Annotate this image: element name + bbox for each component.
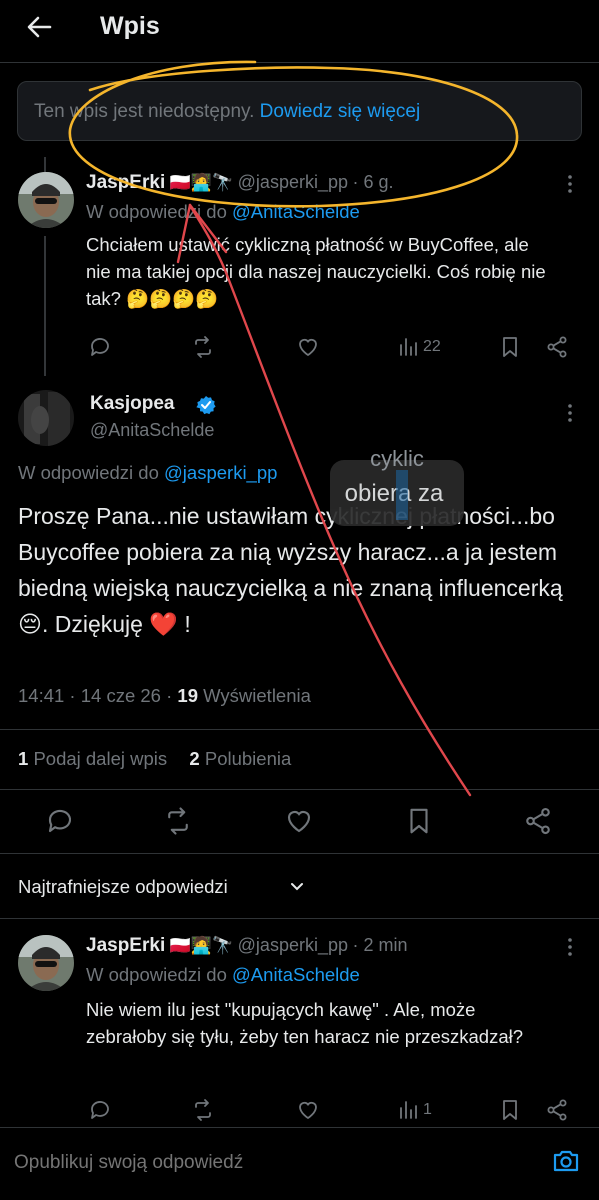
post-text: Proszę Pana...nie ustawiłam cyklicznej p… xyxy=(18,503,563,637)
reply-icon[interactable] xyxy=(88,1098,112,1122)
views-icon[interactable] xyxy=(397,335,421,359)
post-header: Kasjopea xyxy=(90,393,216,415)
author-handle[interactable]: @jasperki_pp xyxy=(238,172,348,192)
verified-badge-icon xyxy=(196,395,216,415)
repost-icon[interactable] xyxy=(163,806,193,836)
reply-context: W odpowiedzi do @AnitaSchelde xyxy=(86,964,360,986)
share-icon[interactable] xyxy=(545,1098,569,1122)
reply-to-link[interactable]: @jasperki_pp xyxy=(164,462,277,483)
likes-count[interactable]: 2 xyxy=(189,748,199,769)
divider xyxy=(0,729,599,730)
sort-dropdown[interactable]: Najtrafniejsze odpowiedzi xyxy=(18,876,303,898)
reposts-label[interactable]: Podaj dalej wpis xyxy=(33,748,167,769)
learn-more-link[interactable]: Dowiedz się więcej xyxy=(260,101,421,122)
post-header: JaspErki 🇵🇱🧑‍💻🔭 @jasperki_pp · 6 g. xyxy=(86,172,393,194)
avatar[interactable] xyxy=(18,172,74,228)
likes-label[interactable]: Polubienia xyxy=(205,748,291,769)
views-count: 19 xyxy=(177,685,198,706)
divider xyxy=(0,853,599,854)
top-bar: Wpis xyxy=(0,0,599,60)
reply-to-link[interactable]: @AnitaSchelde xyxy=(232,201,360,222)
post-meta: 14:41 · 14 cze 26 · 19 Wyświetlenia xyxy=(18,685,311,707)
timestamp: 14:41 · 14 cze 26 · xyxy=(18,685,173,706)
like-icon[interactable] xyxy=(296,1098,320,1122)
avatar[interactable] xyxy=(18,390,74,446)
author-handle[interactable]: @AnitaSchelde xyxy=(90,420,214,441)
engagement-stats: 1 Podaj dalej wpis 2 Polubienia xyxy=(18,748,291,770)
magnifier-line2: obiera za xyxy=(344,480,444,507)
selection-cursor xyxy=(396,470,408,520)
more-icon[interactable] xyxy=(560,174,580,194)
reply-icon[interactable] xyxy=(45,806,75,836)
more-icon[interactable] xyxy=(560,937,580,957)
back-arrow-icon[interactable] xyxy=(24,12,54,42)
camera-icon[interactable] xyxy=(552,1148,580,1174)
author-name[interactable]: Kasjopea xyxy=(90,393,174,414)
reply-composer xyxy=(0,1127,599,1200)
reply-prefix: W odpowiedzi do xyxy=(86,964,227,985)
page-title: Wpis xyxy=(100,12,160,40)
bookmark-icon[interactable] xyxy=(498,1098,522,1122)
post-text: Chciałem ustawić cykliczną płatność w Bu… xyxy=(86,234,546,309)
reply-prefix: W odpowiedzi do xyxy=(86,201,227,222)
text-magnifier-overlay: cyklic obiera za xyxy=(330,446,464,526)
like-icon[interactable] xyxy=(296,335,320,359)
reply-context: W odpowiedzi do @AnitaSchelde xyxy=(86,201,360,223)
share-icon[interactable] xyxy=(523,806,553,836)
reply-icon[interactable] xyxy=(88,335,112,359)
post-time: · 6 g. xyxy=(352,172,394,192)
views-count: 22 xyxy=(423,338,441,355)
share-icon[interactable] xyxy=(545,335,569,359)
author-emoji: 🇵🇱🧑‍💻🔭 xyxy=(169,936,234,955)
views-label: Wyświetlenia xyxy=(203,685,311,706)
thread-line xyxy=(44,236,46,376)
repost-icon[interactable] xyxy=(191,1098,215,1122)
avatar[interactable] xyxy=(18,935,74,991)
reply-input[interactable] xyxy=(12,1144,516,1182)
magnifier-line1: cyklic xyxy=(370,446,424,471)
views-count: 1 xyxy=(423,1101,432,1118)
header-divider xyxy=(0,62,599,63)
views-icon[interactable] xyxy=(397,1098,421,1122)
divider xyxy=(0,789,599,790)
author-name[interactable]: JaspErki xyxy=(86,935,165,956)
post-time: · 2 min xyxy=(352,935,408,955)
reply-to-link[interactable]: @AnitaSchelde xyxy=(232,964,360,985)
post-text: Nie wiem ilu jest "kupujących kawę" . Al… xyxy=(86,999,524,1047)
author-handle[interactable]: @jasperki_pp xyxy=(238,935,348,955)
author-name[interactable]: JaspErki xyxy=(86,172,165,193)
divider xyxy=(0,918,599,919)
reply-context: W odpowiedzi do @jasperki_pp xyxy=(18,462,277,484)
repost-icon[interactable] xyxy=(191,335,215,359)
notice-text: Ten wpis jest niedostępny. xyxy=(34,101,255,122)
sort-label: Najtrafniejsze odpowiedzi xyxy=(18,876,228,897)
unavailable-post-notice: Ten wpis jest niedostępny. Dowiedz się w… xyxy=(17,81,582,141)
post-header: JaspErki 🇵🇱🧑‍💻🔭 @jasperki_pp · 2 min xyxy=(86,935,407,957)
author-emoji: 🇵🇱🧑‍💻🔭 xyxy=(169,173,234,192)
chevron-down-icon xyxy=(290,880,304,894)
reply-prefix: W odpowiedzi do xyxy=(18,462,159,483)
reposts-count[interactable]: 1 xyxy=(18,748,28,769)
more-icon[interactable] xyxy=(560,403,580,423)
bookmark-icon[interactable] xyxy=(404,806,434,836)
bookmark-icon[interactable] xyxy=(498,335,522,359)
like-icon[interactable] xyxy=(284,806,314,836)
